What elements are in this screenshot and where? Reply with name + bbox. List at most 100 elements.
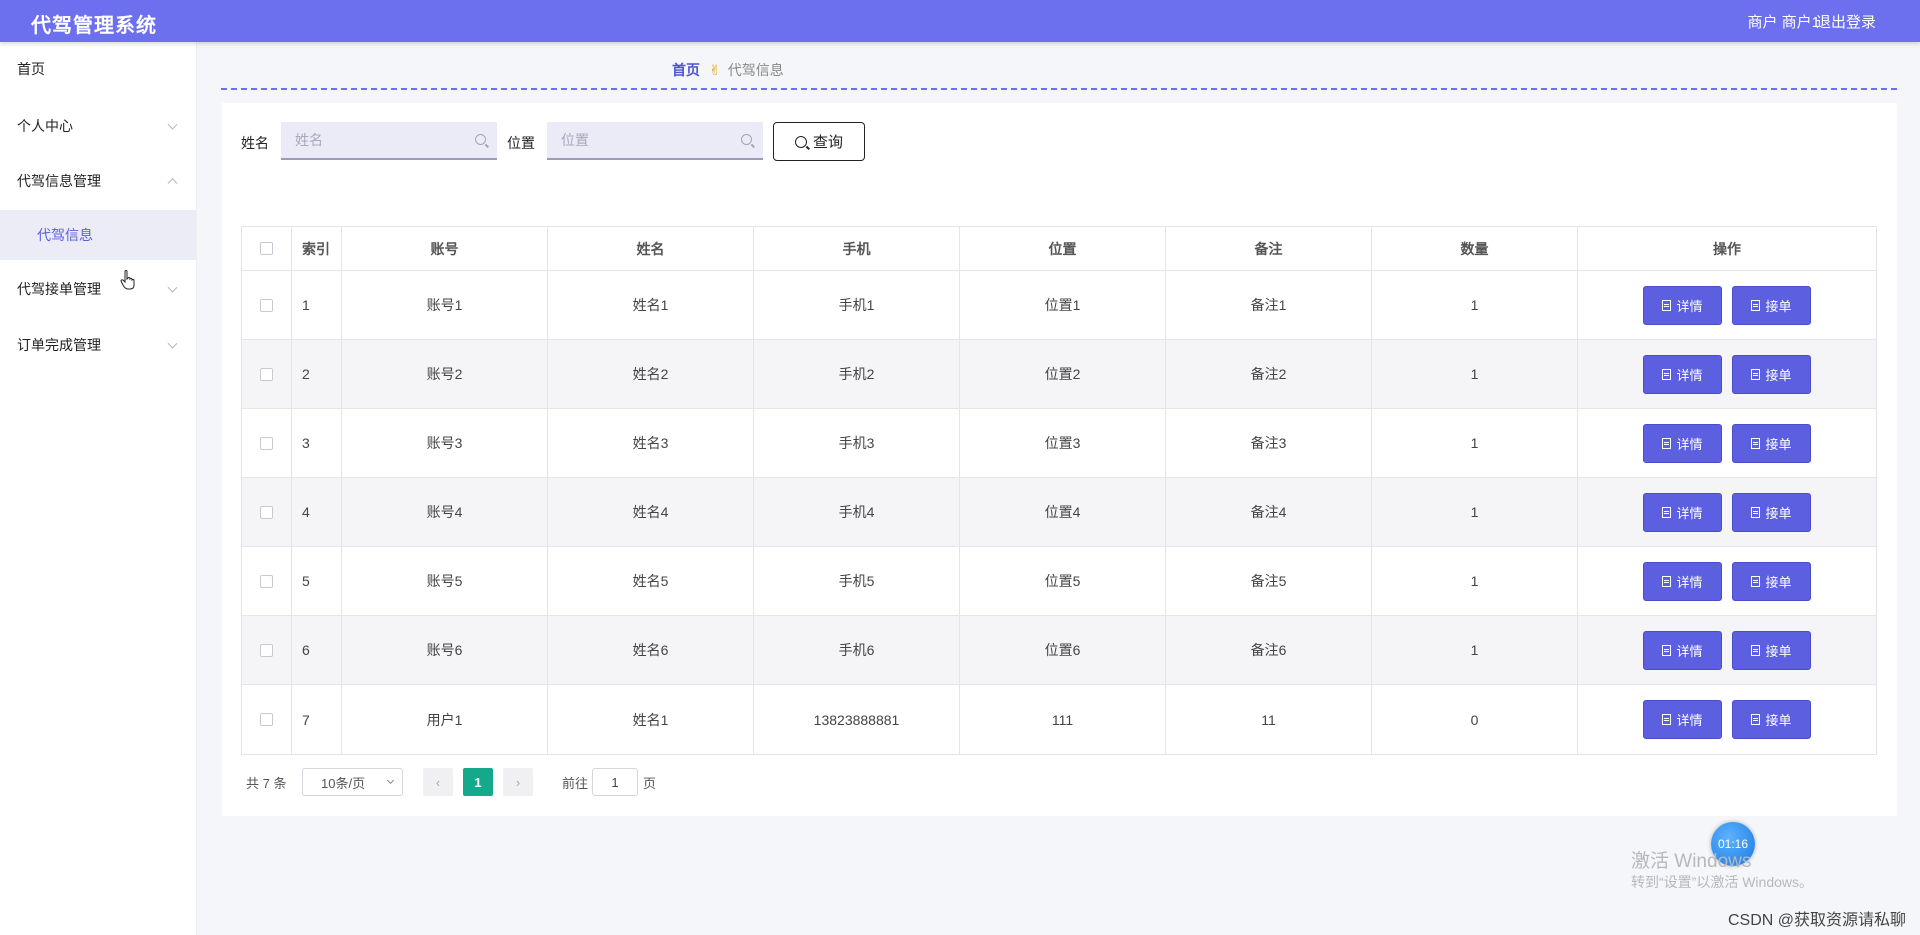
- pagination-total: 共 7 条: [246, 776, 287, 791]
- app-title: 代驾管理系统: [31, 15, 157, 37]
- table-cell: 位置4: [960, 478, 1166, 546]
- query-button[interactable]: 查询: [773, 122, 865, 161]
- prev-page-button[interactable]: ‹: [423, 768, 453, 796]
- accept-order-button[interactable]: 接单: [1732, 630, 1811, 670]
- accept-order-button[interactable]: 接单: [1732, 354, 1811, 394]
- row-checkbox[interactable]: [260, 643, 273, 657]
- accept-order-button[interactable]: 接单: [1732, 561, 1811, 601]
- next-page-button[interactable]: ›: [503, 768, 533, 796]
- sidebar-item-label: 个人中心: [17, 118, 73, 134]
- location-search-input[interactable]: 位置: [547, 122, 763, 160]
- row-select-cell: [242, 271, 292, 339]
- goto-suffix: 页: [643, 776, 657, 791]
- chevron-up-icon: [167, 178, 178, 189]
- accept-order-button-label: 接单: [1765, 436, 1792, 452]
- document-icon: [1751, 714, 1761, 725]
- chevron-left-icon: ‹: [435, 774, 441, 790]
- document-icon: [1751, 437, 1761, 449]
- sidebar-item-driver-info-mgmt[interactable]: 代驾信息管理: [0, 156, 196, 206]
- page-size-select[interactable]: 10条/页: [302, 768, 403, 796]
- actions-cell: 详情 接单: [1578, 685, 1876, 754]
- actions-cell: 详情 接单: [1578, 271, 1876, 339]
- table-cell: 13823888881: [754, 685, 960, 754]
- sidebar-item-order-accept-mgmt[interactable]: 代驾接单管理: [0, 264, 196, 314]
- table-cell: 备注5: [1166, 547, 1372, 615]
- row-checkbox[interactable]: [260, 298, 273, 312]
- name-search-input[interactable]: 姓名: [281, 122, 497, 160]
- breadcrumb-divider: [221, 88, 1897, 90]
- detail-button-label: 详情: [1676, 574, 1703, 590]
- row-select-cell: [242, 616, 292, 684]
- row-checkbox[interactable]: [260, 436, 273, 450]
- table-cell: 手机3: [754, 409, 960, 477]
- table-cell: 1: [1372, 271, 1578, 339]
- actions-cell: 详情 接单: [1578, 547, 1876, 615]
- table-cell: 姓名5: [548, 547, 754, 615]
- detail-button[interactable]: 详情: [1643, 561, 1722, 601]
- document-icon: [1662, 506, 1672, 518]
- document-icon: [1751, 299, 1761, 311]
- top-header: 代驾管理系统 商户 商户1 退出登录: [0, 0, 1920, 42]
- goto-page-input[interactable]: 1: [592, 768, 638, 796]
- name-search-placeholder: 姓名: [295, 132, 323, 148]
- detail-button[interactable]: 详情: [1643, 354, 1722, 394]
- breadcrumb-home[interactable]: 首页: [672, 60, 700, 80]
- document-icon: [1662, 644, 1672, 656]
- accept-order-button-label: 接单: [1765, 643, 1792, 659]
- row-select-cell: [242, 478, 292, 546]
- detail-button[interactable]: 详情: [1643, 700, 1722, 739]
- table-cell: 11: [1166, 685, 1372, 754]
- table-cell: 3: [292, 409, 342, 477]
- table-cell: 姓名1: [548, 271, 754, 339]
- chevron-down-icon: [167, 119, 178, 130]
- detail-button-label: 详情: [1676, 505, 1703, 521]
- detail-button-label: 详情: [1676, 643, 1703, 659]
- table-cell: 账号4: [342, 478, 548, 546]
- sidebar-item-order-complete-mgmt[interactable]: 订单完成管理: [0, 320, 196, 370]
- table-cell: 1: [1372, 547, 1578, 615]
- table-cell: 姓名2: [548, 340, 754, 408]
- table-cell: 用户1: [342, 685, 548, 754]
- table-cell: 位置5: [960, 547, 1166, 615]
- accept-order-button[interactable]: 接单: [1732, 700, 1811, 739]
- windows-activate-title: 激活 Windows: [1631, 851, 1752, 872]
- table-cell: 备注3: [1166, 409, 1372, 477]
- detail-button[interactable]: 详情: [1643, 492, 1722, 532]
- actions-cell: 详情 接单: [1578, 409, 1876, 477]
- sidebar-item-personal-center[interactable]: 个人中心: [0, 101, 196, 151]
- accept-order-button-label: 接单: [1765, 574, 1792, 590]
- sidebar-subitem-driver-info[interactable]: 代驾信息: [0, 210, 196, 260]
- accept-order-button[interactable]: 接单: [1732, 492, 1811, 532]
- accept-order-button-label: 接单: [1765, 713, 1792, 728]
- accept-order-button-label: 接单: [1765, 298, 1792, 314]
- detail-button[interactable]: 详情: [1643, 630, 1722, 670]
- actions-cell: 详情 接单: [1578, 616, 1876, 684]
- accept-order-button[interactable]: 接单: [1732, 423, 1811, 463]
- document-icon: [1751, 368, 1761, 380]
- chevron-right-icon: ›: [515, 774, 521, 790]
- table-row: 6 账号6 姓名6 手机6 位置6 备注6 1 详情 接单: [242, 616, 1876, 685]
- table-cell: 账号6: [342, 616, 548, 684]
- detail-button[interactable]: 详情: [1643, 423, 1722, 463]
- data-table: 索引 账号 姓名 手机 位置 备注 数量 操作 1 账号1 姓名1 手机1 位置1 备注1…: [241, 226, 1877, 755]
- accept-order-button[interactable]: 接单: [1732, 285, 1811, 325]
- row-checkbox[interactable]: [260, 713, 273, 726]
- row-checkbox[interactable]: [260, 574, 273, 588]
- column-header: 姓名: [548, 227, 754, 270]
- logout-link[interactable]: 退出登录: [1816, 11, 1876, 32]
- detail-button[interactable]: 详情: [1643, 285, 1722, 325]
- page-number-current[interactable]: 1: [463, 768, 493, 796]
- table-cell: 手机1: [754, 271, 960, 339]
- location-search-placeholder: 位置: [561, 132, 589, 148]
- table-cell: 6: [292, 616, 342, 684]
- row-checkbox[interactable]: [260, 505, 273, 519]
- sidebar-item-home[interactable]: 首页: [0, 44, 196, 94]
- select-all-checkbox[interactable]: [260, 242, 273, 255]
- table-cell: 1: [292, 271, 342, 339]
- chevron-down-icon: [386, 776, 395, 785]
- query-button-label: 查询: [812, 134, 843, 151]
- table-row: 2 账号2 姓名2 手机2 位置2 备注2 1 详情 接单: [242, 340, 1876, 409]
- row-checkbox[interactable]: [260, 367, 273, 381]
- chevron-down-icon: [167, 338, 178, 349]
- table-cell: 姓名1: [548, 685, 754, 754]
